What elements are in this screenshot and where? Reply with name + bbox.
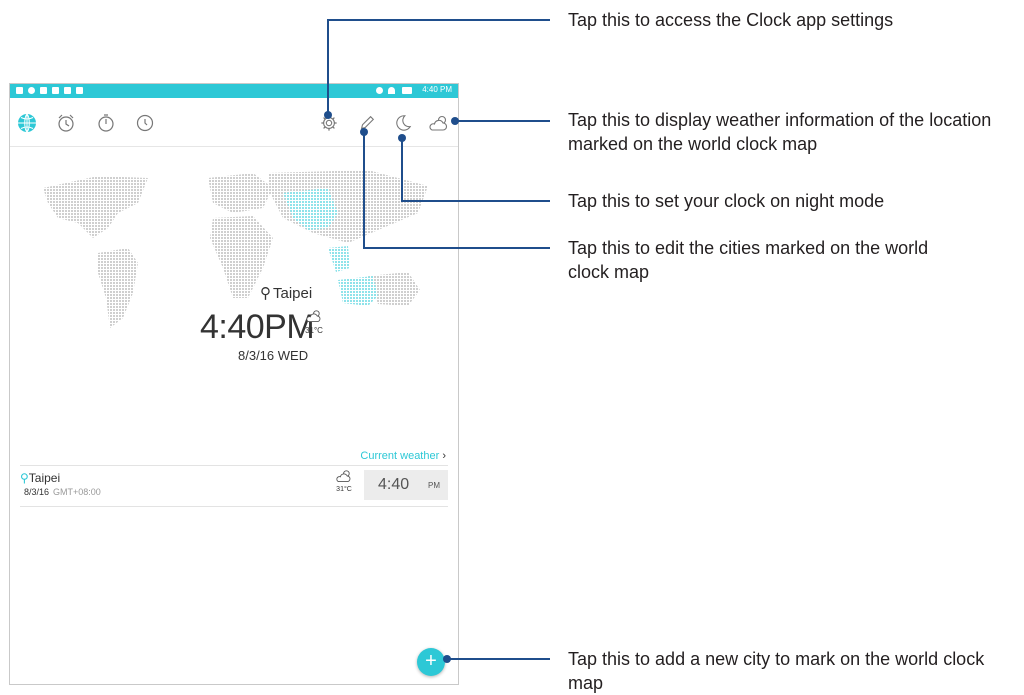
city-date: 8/3/16 bbox=[24, 487, 50, 497]
callout-edit: Tap this to edit the cities marked on th… bbox=[568, 238, 929, 282]
divider bbox=[20, 506, 448, 507]
city-time: 4:40 bbox=[378, 476, 410, 493]
chevron-right-icon: › bbox=[439, 450, 446, 462]
map-time: 4:40PM bbox=[200, 308, 315, 346]
timer-icon bbox=[136, 114, 154, 132]
city-weather: 31°C bbox=[332, 468, 356, 493]
stopwatch-icon bbox=[98, 114, 114, 132]
download-icon bbox=[40, 87, 47, 94]
partly-cloudy-icon bbox=[336, 470, 351, 483]
edit-button[interactable] bbox=[356, 112, 378, 134]
tab-alarm[interactable] bbox=[55, 112, 77, 134]
lock-icon bbox=[76, 87, 83, 94]
city-time-box: 4:40 PM bbox=[364, 470, 448, 500]
moon-status-icon bbox=[376, 87, 383, 94]
map-date: 8/3/16 WED bbox=[238, 348, 309, 363]
current-weather-label: Current weather bbox=[360, 450, 440, 462]
weather-button[interactable] bbox=[428, 112, 450, 134]
tab-stopwatch[interactable] bbox=[95, 112, 117, 134]
partly-cloudy-icon bbox=[306, 310, 321, 323]
plus-icon: + bbox=[425, 650, 437, 672]
add-city-button[interactable]: + bbox=[417, 648, 445, 676]
settings-button[interactable] bbox=[318, 112, 340, 134]
status-bar: 4:40 PM bbox=[10, 84, 458, 98]
moon-status-icon bbox=[28, 87, 35, 94]
partly-cloudy-icon bbox=[429, 115, 448, 131]
status-time: 4:40 PM bbox=[422, 85, 452, 94]
moon-icon bbox=[396, 115, 412, 131]
city-name: ⚲Taipei bbox=[20, 471, 60, 485]
map-city-name: Taipei bbox=[273, 285, 313, 302]
map-weather: 31°C bbox=[302, 308, 326, 335]
current-weather-link[interactable]: Current weather › bbox=[360, 450, 446, 462]
pencil-icon bbox=[360, 115, 375, 130]
toolbar bbox=[10, 98, 458, 147]
city-temperature: 31°C bbox=[336, 486, 352, 493]
content-area: ⚲ Taipei 4:40PM 31°C 8/3/16 WED Current w… bbox=[10, 146, 458, 684]
tool-icon bbox=[52, 87, 59, 94]
notification-icon bbox=[16, 87, 23, 94]
city-gmt: GMT+08:00 bbox=[53, 487, 101, 497]
map-city-label: ⚲ Taipei bbox=[260, 284, 312, 302]
globe-icon bbox=[18, 113, 36, 133]
city-ampm: PM bbox=[428, 481, 440, 490]
city-row[interactable]: ⚲Taipei 8/3/16 GMT+08:00 31°C 4:40 PM bbox=[20, 466, 448, 504]
tablet-screen: 4:40 PM ⚲ Taipei 4:40PM 31°C 8/3/16 WED … bbox=[9, 83, 459, 685]
callout-weather: Tap this to display weather information … bbox=[568, 110, 992, 154]
battery-icon bbox=[402, 87, 412, 94]
map-temperature: 31°C bbox=[305, 326, 323, 335]
tab-world-clock[interactable] bbox=[16, 112, 38, 134]
night-mode-button[interactable] bbox=[392, 112, 414, 134]
callout-settings: Tap this to access the Clock app setting… bbox=[568, 10, 894, 30]
tab-timer[interactable] bbox=[134, 112, 156, 134]
callout-add-city: Tap this to add a new city to mark on th… bbox=[568, 649, 985, 693]
location-pin-icon: ⚲ bbox=[20, 471, 29, 485]
city-date-line: 8/3/16 GMT+08:00 bbox=[24, 487, 101, 497]
callout-night-mode: Tap this to set your clock on night mode bbox=[568, 191, 885, 211]
location-pin-icon: ⚲ bbox=[260, 285, 271, 302]
city-name-text: Taipei bbox=[28, 471, 61, 485]
wifi-icon bbox=[388, 87, 395, 94]
gear-icon bbox=[321, 115, 337, 131]
alarm-clock-icon bbox=[58, 114, 74, 132]
camera-icon bbox=[64, 87, 71, 94]
map-continents bbox=[43, 170, 428, 328]
